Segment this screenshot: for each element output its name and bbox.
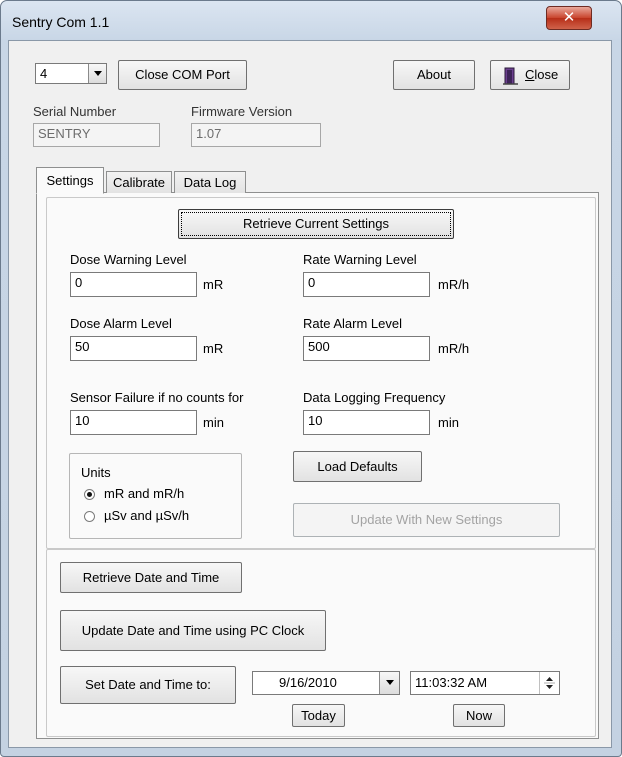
- date-value: 9/16/2010: [279, 675, 337, 690]
- sensor-failure-unit: min: [203, 415, 224, 430]
- rate-warning-label: Rate Warning Level: [303, 252, 417, 267]
- spin-up-down-icon: [544, 677, 555, 689]
- retrieve-current-settings-button[interactable]: Retrieve Current Settings: [178, 209, 454, 239]
- tab-calibrate[interactable]: Calibrate: [106, 171, 172, 193]
- radio-mr[interactable]: [84, 489, 95, 500]
- dose-warning-label: Dose Warning Level: [70, 252, 187, 267]
- dose-warning-unit: mR: [203, 277, 224, 292]
- serial-number-label: Serial Number: [33, 104, 117, 119]
- time-picker[interactable]: 11:03:32 AM: [410, 671, 560, 695]
- tab-settings[interactable]: Settings: [36, 167, 104, 194]
- firmware-version-field[interactable]: 1.07: [191, 123, 321, 147]
- com-port-select[interactable]: 4: [35, 63, 107, 84]
- chevron-down-icon: [94, 71, 102, 76]
- today-button[interactable]: Today: [292, 704, 345, 727]
- com-port-value: 4: [40, 66, 48, 81]
- dose-alarm-unit: mR: [203, 341, 224, 356]
- radio-mr-label[interactable]: mR and mR/h: [104, 486, 184, 501]
- sensor-failure-label: Sensor Failure if no counts for: [70, 390, 244, 405]
- set-date-time-button[interactable]: Set Date and Time to:: [60, 666, 236, 704]
- logging-frequency-unit: min: [438, 415, 459, 430]
- firmware-version-label: Firmware Version: [191, 104, 293, 119]
- close-app-button[interactable]: Close: [490, 60, 570, 90]
- rate-warning-unit: mR/h: [438, 277, 470, 292]
- dose-alarm-input[interactable]: 50: [70, 336, 197, 361]
- combo-arrow-button[interactable]: [88, 64, 106, 83]
- close-label: Close: [525, 67, 559, 82]
- dose-warning-input[interactable]: 0: [70, 272, 197, 297]
- retrieve-date-time-button[interactable]: Retrieve Date and Time: [60, 562, 242, 593]
- tab-data-log[interactable]: Data Log: [174, 171, 246, 193]
- dose-alarm-label: Dose Alarm Level: [70, 316, 172, 331]
- window-close-button[interactable]: ✕: [546, 6, 592, 30]
- radio-usv-label[interactable]: µSv and µSv/h: [104, 508, 189, 523]
- logging-frequency-label: Data Logging Frequency: [303, 390, 446, 405]
- window-title: Sentry Com 1.1: [12, 14, 110, 30]
- about-button[interactable]: About: [393, 60, 475, 90]
- units-title: Units: [81, 465, 111, 480]
- load-defaults-button[interactable]: Load Defaults: [293, 451, 422, 482]
- radio-usv[interactable]: [84, 511, 95, 522]
- now-button[interactable]: Now: [453, 704, 505, 727]
- date-dropdown-button[interactable]: [379, 672, 399, 694]
- rate-warning-input[interactable]: 0: [303, 272, 430, 297]
- rate-alarm-label: Rate Alarm Level: [303, 316, 402, 331]
- time-value: 11:03:32 AM: [415, 675, 488, 690]
- logging-frequency-input[interactable]: 10: [303, 410, 430, 435]
- serial-number-field[interactable]: SENTRY: [33, 123, 160, 147]
- close-com-port-button[interactable]: Close COM Port: [118, 60, 247, 90]
- date-picker[interactable]: 9/16/2010: [252, 671, 400, 695]
- door-exit-icon: [503, 67, 518, 85]
- update-pc-clock-button[interactable]: Update Date and Time using PC Clock: [60, 610, 326, 651]
- update-with-new-settings-button[interactable]: Update With New Settings: [293, 503, 560, 537]
- rate-alarm-input[interactable]: 500: [303, 336, 430, 361]
- chevron-down-icon: [386, 680, 394, 685]
- rate-alarm-unit: mR/h: [438, 341, 470, 356]
- sensor-failure-input[interactable]: 10: [70, 410, 197, 435]
- time-spinner[interactable]: [539, 672, 560, 694]
